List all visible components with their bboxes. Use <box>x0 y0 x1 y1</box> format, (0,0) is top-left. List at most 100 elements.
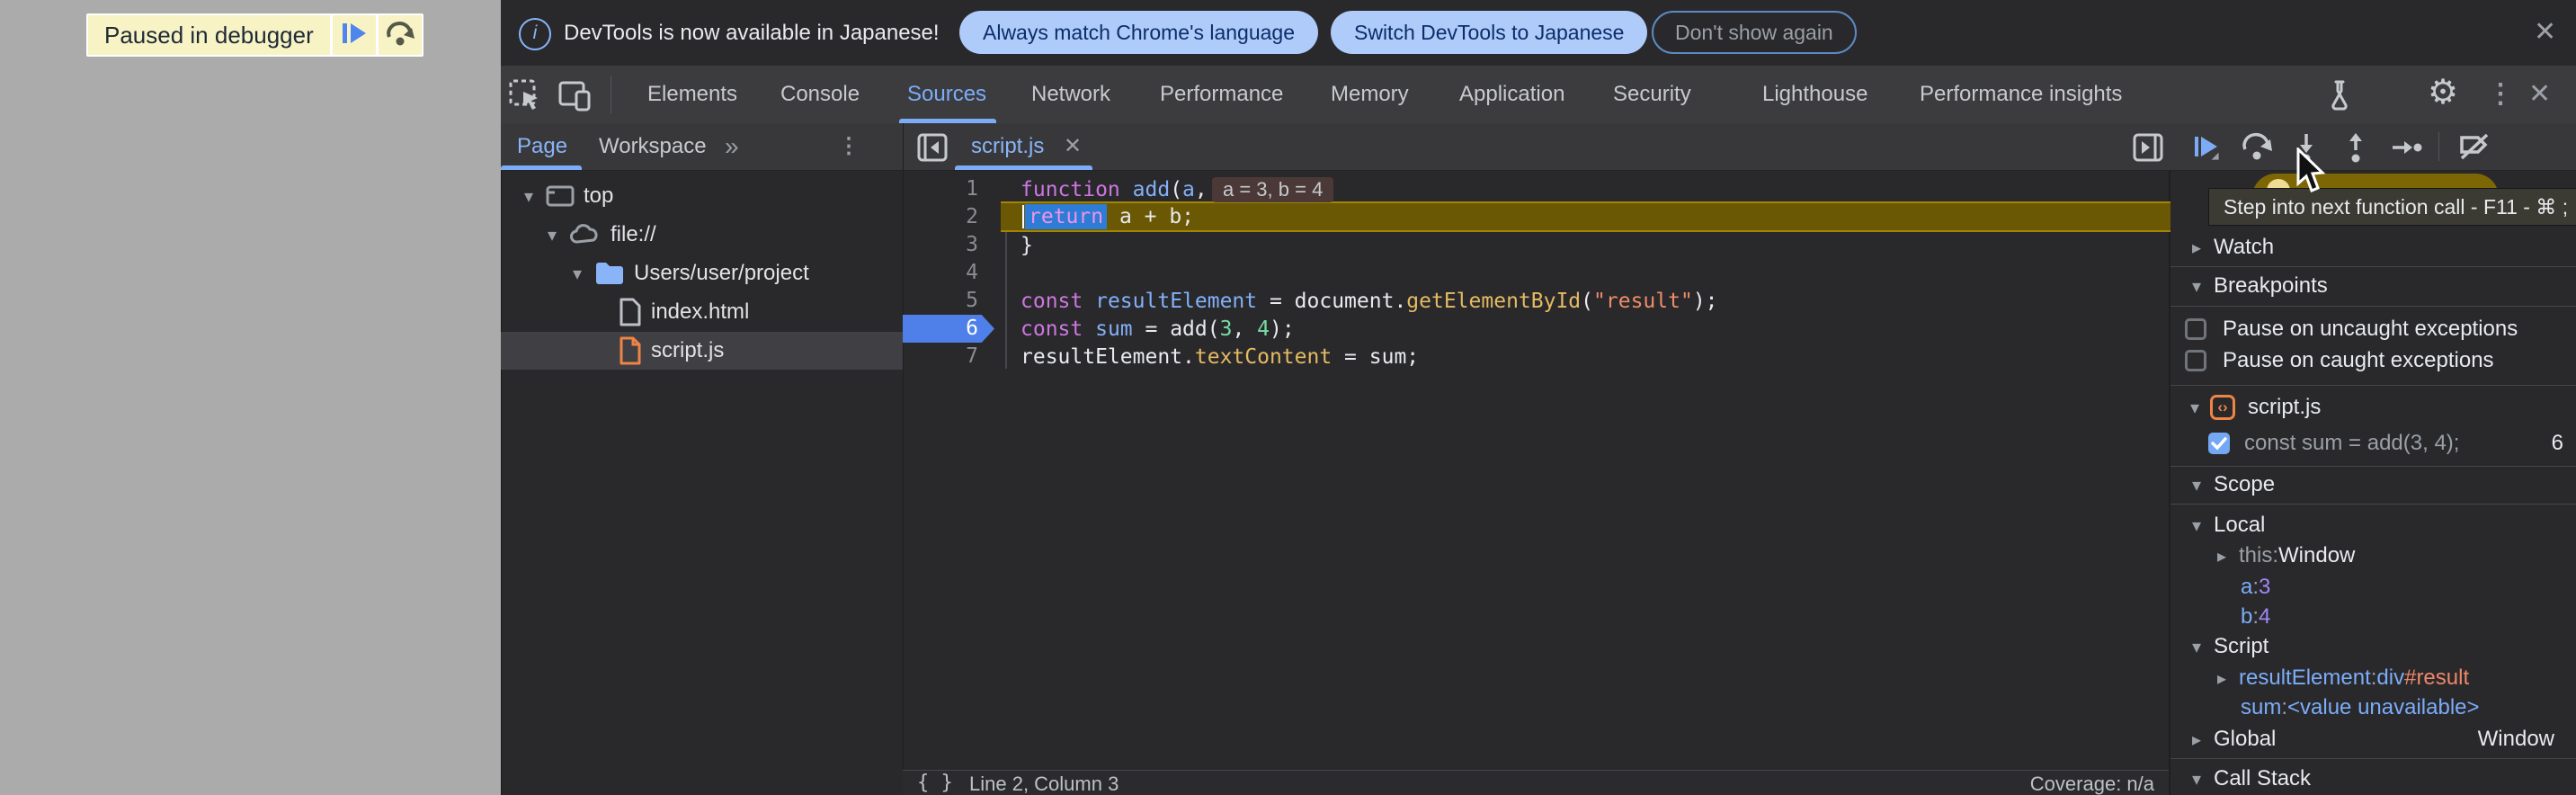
navigator-tab-page[interactable]: Page <box>517 123 567 170</box>
devtools-menu-kebab-icon[interactable]: ⋮ <box>2487 79 2514 110</box>
devtools-close-icon[interactable]: ✕ <box>2528 79 2551 110</box>
resume-script-execution-button[interactable] <box>2190 131 2223 164</box>
tree-item-label: index.html <box>651 299 749 325</box>
code-line-7[interactable]: resultElement.textContent = sum; <box>1001 343 2170 371</box>
inspect-element-icon[interactable] <box>508 78 542 117</box>
code-token: = <box>1257 290 1295 313</box>
scope-this-row[interactable]: ▸ this: Window <box>2169 540 2576 571</box>
tab-elements[interactable]: Elements <box>647 66 737 123</box>
code-token: resultElement. <box>1021 345 1195 369</box>
step-out-button[interactable] <box>2340 131 2372 164</box>
caret-down-icon[interactable]: ▾ <box>2187 768 2206 791</box>
pause-uncaught-checkbox[interactable] <box>2185 318 2206 340</box>
tab-sources[interactable]: Sources <box>907 66 986 123</box>
tree-item-project-folder[interactable]: ▾ Users/user/project <box>501 255 969 292</box>
breakpoints-section-header[interactable]: ▾ Breakpoints <box>2169 271 2576 301</box>
code-token: , <box>1232 317 1257 341</box>
code-line-6[interactable]: const sum = add(3, 4); <box>1001 315 2170 343</box>
scope-a-row[interactable]: a: 3 <box>2169 572 2576 603</box>
always-match-language-button[interactable]: Always match Chrome's language <box>959 11 1318 54</box>
scope-section-label: Scope <box>2214 472 2275 497</box>
navigator-more-tabs-icon[interactable]: » <box>725 123 739 170</box>
execution-line[interactable]: return a + b; <box>1001 201 2170 232</box>
editor-tab-script-js[interactable]: script.js <box>971 123 1044 170</box>
navigator-tab-workspace[interactable]: Workspace <box>599 123 707 170</box>
show-debugger-panel-icon[interactable] <box>2133 133 2163 166</box>
line-number[interactable]: 4 <box>903 259 978 287</box>
resume-script-button[interactable] <box>333 15 376 55</box>
caret-down-icon[interactable]: ▾ <box>2185 397 2205 419</box>
step-over-next-call-button[interactable] <box>2241 131 2273 164</box>
settings-gear-icon[interactable]: ⚙ <box>2428 77 2458 108</box>
tab-performance-insights[interactable]: Performance insights <box>1920 66 2122 123</box>
code-line-1[interactable]: function add(a, b) { <box>1001 175 2170 203</box>
scope-b-row[interactable]: b: 4 <box>2169 602 2576 632</box>
deactivate-breakpoints-button[interactable] <box>2458 131 2491 164</box>
caret-down-icon[interactable]: ▾ <box>2187 275 2206 298</box>
tab-network[interactable]: Network <box>1031 66 1110 123</box>
scope-colon: : <box>2252 575 2259 600</box>
tab-lighthouse[interactable]: Lighthouse <box>1762 66 1867 123</box>
code-token: function <box>1021 178 1120 201</box>
caret-right-icon[interactable]: ▸ <box>2187 237 2206 259</box>
editor-tab-close-icon[interactable]: ✕ <box>1064 123 1082 170</box>
dont-show-again-button[interactable]: Don't show again <box>1652 11 1857 54</box>
tree-item-top[interactable]: ▾ top <box>501 177 921 215</box>
line-number[interactable]: 2 <box>903 203 978 231</box>
line-number-breakpoint[interactable]: 6 <box>903 315 978 343</box>
pause-caught-exceptions-row[interactable]: Pause on caught exceptions <box>2169 345 2576 376</box>
code-token: document. <box>1295 290 1407 313</box>
line-number[interactable]: 3 <box>903 231 978 259</box>
code-token: a + b; <box>1107 205 1194 228</box>
caret-right-icon[interactable]: ▸ <box>2212 545 2232 567</box>
code-line-5[interactable]: const resultElement = document.getElemen… <box>1001 287 2170 315</box>
caret-down-icon[interactable]: ▾ <box>567 263 587 285</box>
scope-local-group[interactable]: ▾ Local <box>2169 510 2576 540</box>
tab-security[interactable]: Security <box>1613 66 1691 123</box>
folder-icon <box>594 261 625 286</box>
code-line-3[interactable]: } <box>1001 231 2170 259</box>
caret-right-icon[interactable]: ▸ <box>2212 667 2232 690</box>
frame-icon <box>546 185 575 207</box>
caret-down-icon[interactable]: ▾ <box>2187 474 2206 496</box>
line-number[interactable]: 5 <box>903 287 978 315</box>
tab-memory[interactable]: Memory <box>1331 66 1409 123</box>
hide-navigator-icon[interactable] <box>917 133 948 166</box>
caret-right-icon[interactable]: ▸ <box>2187 728 2206 751</box>
inline-eval-badge: a = 3, b = 4 <box>1212 177 1333 202</box>
step-button[interactable] <box>2390 131 2422 164</box>
editor-code-area[interactable] <box>904 171 2169 770</box>
tab-console[interactable]: Console <box>780 66 860 123</box>
pause-uncaught-exceptions-row[interactable]: Pause on uncaught exceptions <box>2169 314 2576 344</box>
step-over-button-page[interactable] <box>379 15 422 55</box>
caret-down-icon[interactable]: ▾ <box>2187 636 2206 658</box>
tree-item-file-origin[interactable]: ▾ file:// <box>501 216 944 254</box>
notification-close-icon[interactable]: ✕ <box>2534 17 2556 48</box>
device-toolbar-icon[interactable] <box>558 81 593 116</box>
call-stack-section-header[interactable]: ▾ Call Stack <box>2169 764 2576 794</box>
scope-result-tag: div <box>2376 665 2404 691</box>
watch-section-header[interactable]: ▸ Watch <box>2169 232 2576 263</box>
scope-sum-row[interactable]: sum: <value unavailable> <box>2169 692 2576 723</box>
scope-global-row[interactable]: ▸ Global Window <box>2169 724 2576 755</box>
breakpoint-enabled-checkbox[interactable] <box>2208 433 2230 454</box>
line-number[interactable]: 1 <box>903 175 978 203</box>
line-number[interactable]: 7 <box>903 343 978 371</box>
caret-down-icon[interactable]: ▾ <box>542 224 562 246</box>
scope-script-group[interactable]: ▾ Script <box>2169 631 2576 662</box>
section-divider <box>2170 758 2576 759</box>
scope-b-value: 4 <box>2259 604 2270 630</box>
tab-application[interactable]: Application <box>1459 66 1564 123</box>
breakpoint-entry[interactable]: const sum = add(3, 4); 6 <box>2169 428 2576 459</box>
navigator-menu-kebab-icon[interactable]: ⋮ <box>838 123 860 170</box>
tab-performance[interactable]: Performance <box>1160 66 1283 123</box>
coverage-label[interactable]: Coverage: n/a <box>2014 773 2154 795</box>
pretty-print-icon[interactable]: { } <box>917 772 953 794</box>
caret-down-icon[interactable]: ▾ <box>519 185 539 208</box>
breakpoint-file-group[interactable]: ▾ ‹› script.js <box>2169 392 2576 423</box>
pause-caught-checkbox[interactable] <box>2185 350 2206 371</box>
scope-section-header[interactable]: ▾ Scope <box>2169 469 2576 500</box>
switch-to-japanese-button[interactable]: Switch DevTools to Japanese <box>1331 11 1647 54</box>
scope-result-element-row[interactable]: ▸ resultElement: div#result <box>2169 663 2576 693</box>
caret-down-icon[interactable]: ▾ <box>2187 514 2206 537</box>
